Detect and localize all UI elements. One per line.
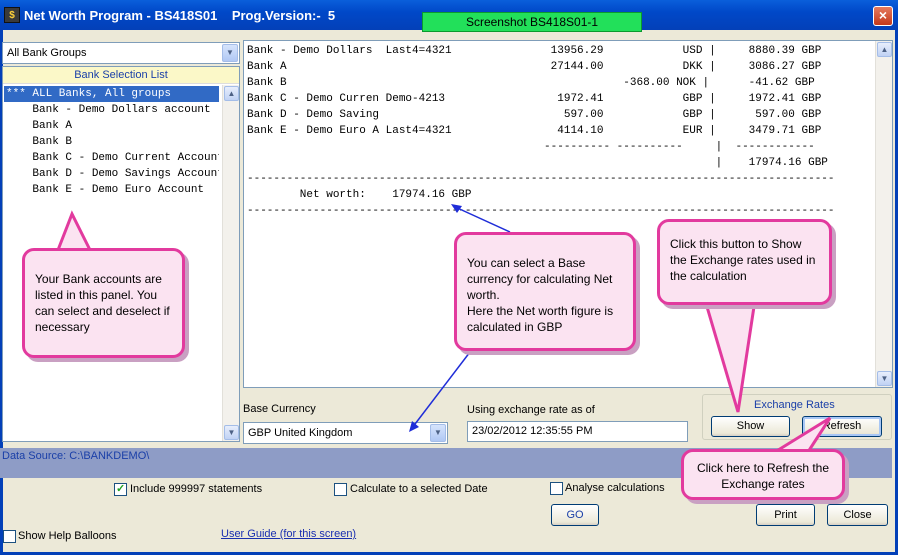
exchange-rates-label: Exchange Rates (754, 399, 835, 411)
report-line: Bank B -368.00 NOK | -41.62 GBP (247, 77, 815, 89)
show-help-balloons-checkbox[interactable] (3, 530, 16, 543)
scroll-down-icon[interactable]: ▼ (877, 371, 892, 386)
base-currency-help-balloon: You can select a Base currency for calcu… (454, 232, 636, 351)
analyse-calculations-checkbox[interactable] (550, 482, 563, 495)
report-line: | 17974.16 GBP (247, 157, 828, 169)
bank-accounts-help-balloon: Your Bank accounts are listed in this pa… (22, 248, 185, 358)
app-icon: $ (4, 7, 20, 23)
base-currency-label: Base Currency (243, 403, 316, 415)
chevron-down-icon[interactable]: ▼ (430, 424, 446, 442)
bank-list-item[interactable]: Bank C - Demo Current Account (4, 150, 219, 166)
refresh-rates-help-balloon: Click here to Refresh the Exchange rates (681, 449, 845, 500)
bank-list-item[interactable]: Bank A (4, 118, 219, 134)
calc-selected-date-label: Calculate to a selected Date (350, 483, 488, 495)
report-line: ----------------------------------------… (247, 205, 835, 217)
report-line: Bank A 27144.00 DKK | 3086.27 GBP (247, 61, 822, 73)
report-line: Bank D - Demo Saving 597.00 GBP | 597.00… (247, 109, 822, 121)
close-window-button[interactable]: × (873, 6, 893, 26)
chevron-down-icon[interactable]: ▼ (222, 44, 238, 62)
report-line: ----------------------------------------… (247, 173, 835, 185)
data-source-path: Data Source: C:\BANKDEMO\ (2, 450, 150, 462)
exchange-date-field[interactable]: 23/02/2012 12:35:55 PM (467, 421, 688, 442)
base-currency-selected: GBP United Kingdom (248, 427, 353, 439)
bank-list-item-all[interactable]: *** ALL Banks, All groups (4, 86, 219, 102)
exchange-date-label: Using exchange rate as of (467, 404, 595, 416)
base-currency-dropdown[interactable]: GBP United Kingdom ▼ (243, 422, 448, 444)
close-button[interactable]: Close (827, 504, 888, 526)
refresh-rates-button[interactable]: Refresh (802, 416, 882, 437)
report-scrollbar[interactable]: ▲ ▼ (875, 41, 892, 387)
window-title: Net Worth Program - BS418S01 Prog.Versio… (24, 8, 336, 23)
bank-list-item[interactable]: Bank E - Demo Euro Account (4, 182, 219, 198)
show-help-balloons-label: Show Help Balloons (18, 530, 117, 542)
bank-list-item[interactable]: Bank D - Demo Savings Account (4, 166, 219, 182)
show-rates-help-balloon: Click this button to Show the Exchange r… (657, 219, 832, 305)
calc-selected-date-checkbox[interactable] (334, 483, 347, 496)
scroll-up-icon[interactable]: ▲ (877, 42, 892, 57)
analyse-calculations-label: Analyse calculations (565, 482, 665, 494)
bank-list-header: Bank Selection List (3, 67, 239, 84)
scroll-up-icon[interactable]: ▲ (224, 86, 239, 101)
include-999997-checkbox[interactable] (114, 482, 127, 496)
bank-list-scrollbar[interactable]: ▲ ▼ (222, 85, 239, 441)
go-button[interactable]: GO (551, 504, 599, 526)
scroll-down-icon[interactable]: ▼ (224, 425, 239, 440)
report-line: Bank E - Demo Euro A Last4=4321 4114.10 … (247, 125, 822, 137)
net-worth-line: Net worth: 17974.16 GBP (247, 189, 472, 201)
print-button[interactable]: Print (756, 504, 815, 526)
report-line: Bank - Demo Dollars Last4=4321 13956.29 … (247, 45, 822, 57)
report-line: Bank C - Demo Curren Demo-4213 1972.41 G… (247, 93, 822, 105)
show-rates-button[interactable]: Show (711, 416, 790, 437)
bank-list-item[interactable]: Bank - Demo Dollars account (4, 102, 219, 118)
user-guide-link[interactable]: User Guide (for this screen) (221, 528, 356, 540)
screenshot-badge: Screenshot BS418S01-1 (422, 12, 642, 32)
bank-list-item[interactable]: Bank B (4, 134, 219, 150)
bank-groups-dropdown[interactable]: All Bank Groups ▼ (2, 42, 240, 64)
include-999997-label: Include 999997 statements (130, 483, 263, 495)
report-line: ---------- ---------- | ------------ (247, 141, 815, 153)
bank-groups-selected: All Bank Groups (7, 47, 87, 59)
